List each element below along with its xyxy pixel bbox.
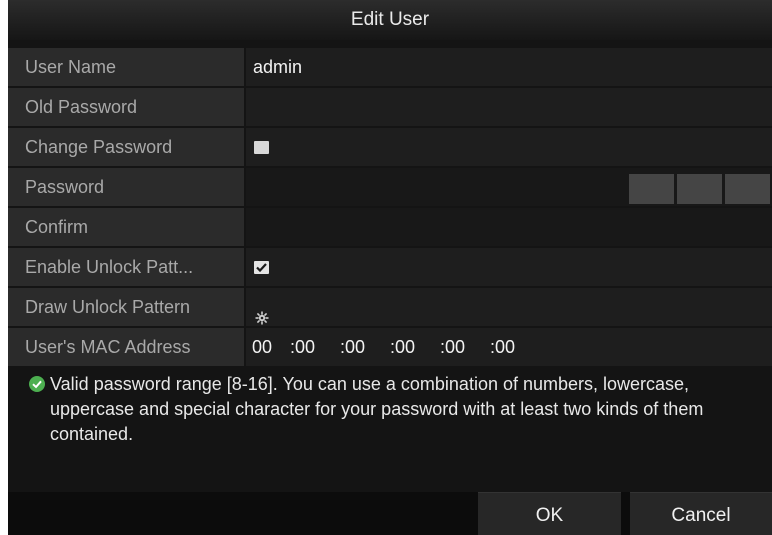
enable-unlock-pattern-label: Enable Unlock Patt... (8, 248, 244, 286)
change-password-label: Change Password (8, 128, 244, 166)
confirm-row: Confirm (8, 208, 772, 246)
mac-octet-3[interactable]: :00 (340, 328, 365, 366)
change-password-row: Change Password (8, 128, 772, 166)
mac-octet-5[interactable]: :00 (440, 328, 465, 366)
cancel-button[interactable]: Cancel (630, 492, 772, 535)
password-row: Password (8, 168, 772, 206)
change-password-cell (246, 128, 772, 166)
old-password-label: Old Password (8, 88, 244, 126)
mac-octet-2[interactable]: :00 (290, 328, 315, 366)
dialog-title: Edit User (8, 0, 772, 40)
draw-unlock-pattern-row: Draw Unlock Pattern (8, 288, 772, 326)
gear-icon[interactable] (255, 300, 269, 325)
dialog-footer: OK Cancel (8, 492, 772, 535)
ok-button[interactable]: OK (478, 492, 621, 535)
password-notice-text: Valid password range [8-16]. You can use… (50, 374, 704, 444)
user-name-label: User Name (8, 48, 244, 86)
enable-unlock-pattern-cell (246, 248, 772, 286)
password-notice: Valid password range [8-16]. You can use… (28, 372, 768, 447)
password-strength-bar-1 (629, 174, 674, 204)
password-label: Password (8, 168, 244, 206)
mac-octet-4[interactable]: :00 (390, 328, 415, 366)
old-password-row: Old Password (8, 88, 772, 126)
mac-octet-1[interactable]: 00 (252, 328, 272, 366)
mac-address-label: User's MAC Address (8, 328, 244, 366)
password-strength-bar-3 (725, 174, 770, 204)
user-name-row: User Name admin (8, 48, 772, 86)
enable-unlock-pattern-row: Enable Unlock Patt... (8, 248, 772, 286)
password-field[interactable] (246, 168, 772, 206)
change-password-checkbox[interactable] (254, 141, 269, 154)
old-password-field[interactable] (246, 88, 772, 126)
checkmark-icon (256, 263, 267, 273)
draw-unlock-pattern-cell (246, 288, 772, 326)
confirm-field[interactable] (246, 208, 772, 246)
password-strength-bar-2 (677, 174, 722, 204)
edit-user-dialog: Edit User User Name admin Old Password C… (8, 0, 772, 535)
enable-unlock-pattern-checkbox[interactable] (254, 261, 269, 274)
mac-address-row: User's MAC Address 00 :00 :00 :00 :00 :0… (8, 328, 772, 366)
user-name-field[interactable]: admin (246, 48, 772, 86)
mac-address-field[interactable]: 00 :00 :00 :00 :00 :00 (246, 328, 772, 366)
mac-octet-6[interactable]: :00 (490, 328, 515, 366)
check-circle-icon (28, 375, 46, 393)
user-form: User Name admin Old Password Change Pass… (8, 45, 772, 367)
draw-unlock-pattern-label: Draw Unlock Pattern (8, 288, 244, 326)
confirm-label: Confirm (8, 208, 244, 246)
